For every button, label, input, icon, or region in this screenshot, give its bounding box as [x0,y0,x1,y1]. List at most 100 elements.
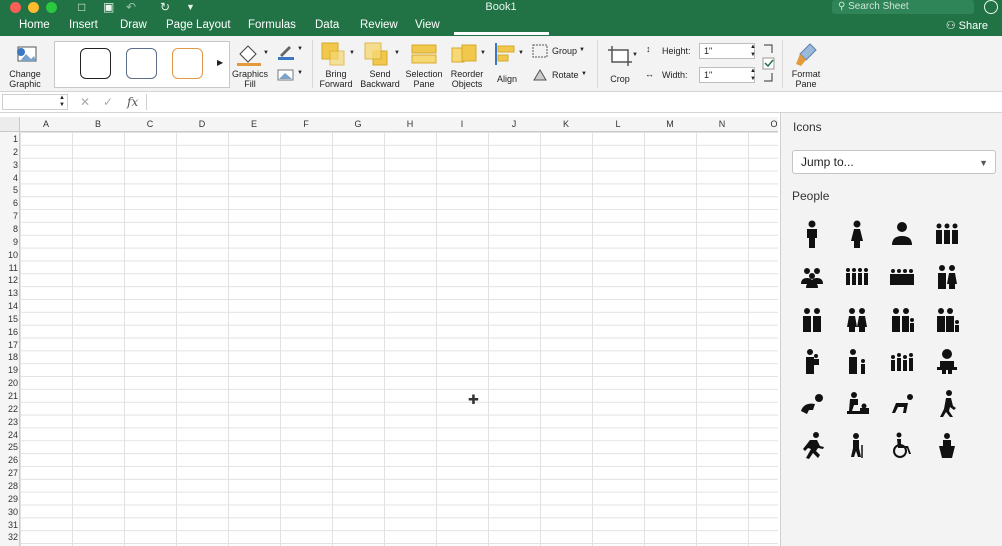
row-header[interactable]: 10 [0,250,18,260]
jump-to-dropdown[interactable]: Jump to... ▼ [792,150,996,174]
row-header[interactable]: 7 [0,211,18,221]
column-header[interactable]: A [20,119,72,129]
name-box[interactable]: ▲ ▼ [2,94,68,110]
align-dropdown-icon[interactable]: ▼ [518,50,524,56]
cancel-entry-icon[interactable]: ✕ [80,95,90,109]
tab-data[interactable]: Data [315,19,339,31]
row-header[interactable]: 25 [0,442,18,452]
running-person-icon[interactable] [795,429,829,463]
insert-function-icon[interactable]: fx [127,95,138,109]
parent-holding-child-icon[interactable] [795,345,829,379]
walking-person-icon[interactable] [930,387,964,421]
woman-icon[interactable] [840,217,874,251]
row-header[interactable]: 28 [0,481,18,491]
column-header[interactable]: D [176,119,228,129]
row-header[interactable]: 11 [0,263,18,273]
crop-dropdown-icon[interactable]: ▼ [632,52,638,58]
family-with-child-icon[interactable] [930,303,964,337]
rotate-button[interactable]: Rotate ▼ [532,68,592,82]
reorder-objects-dropdown-icon[interactable]: ▼ [480,50,486,56]
row-header[interactable]: 8 [0,224,18,234]
column-header[interactable]: I [436,119,488,129]
wheelchair-icon[interactable] [885,429,919,463]
group-button[interactable]: Group ▼ [532,44,592,58]
row-header[interactable]: 1 [0,134,18,144]
column-header[interactable]: B [72,119,124,129]
column-header[interactable]: J [488,119,540,129]
height-input[interactable]: 1" [699,43,755,59]
column-header[interactable]: H [384,119,436,129]
family-icon[interactable] [885,303,919,337]
row-header[interactable]: 6 [0,198,18,208]
crop-button[interactable]: ▼ Crop [602,40,638,90]
bring-forward-dropdown-icon[interactable]: ▼ [349,50,355,56]
confirm-entry-icon[interactable]: ✓ [103,95,113,109]
graphics-outline-icon[interactable] [277,44,295,60]
row-header[interactable]: 29 [0,494,18,504]
row-header[interactable]: 18 [0,352,18,362]
row-header[interactable]: 13 [0,288,18,298]
formula-input[interactable] [148,93,1000,111]
row-header[interactable]: 12 [0,275,18,285]
column-header[interactable]: G [332,119,384,129]
row-header[interactable]: 24 [0,430,18,440]
row-header[interactable]: 27 [0,468,18,478]
change-graphic-button[interactable]: Change Graphic [4,40,46,90]
crowd-icon[interactable] [885,260,919,294]
row-header[interactable]: 17 [0,340,18,350]
format-pane-button[interactable]: Format Pane [786,40,826,90]
row-header[interactable]: 14 [0,301,18,311]
style-orange-outline[interactable] [172,48,203,79]
selection-pane-button[interactable]: Selection Pane [403,40,445,90]
row-header[interactable]: 31 [0,520,18,530]
graphics-fill-dropdown-icon[interactable]: ▼ [263,50,269,56]
width-input[interactable]: 1" [699,67,755,83]
row-header[interactable]: 26 [0,455,18,465]
style-blue-outline[interactable] [126,48,157,79]
column-header[interactable]: C [124,119,176,129]
tab-draw[interactable]: Draw [120,19,147,31]
row-header[interactable]: 23 [0,417,18,427]
user-icon[interactable] [885,217,919,251]
send-backward-button[interactable]: ▼ Send Backward [358,40,402,90]
graphics-outline-dropdown-icon[interactable]: ▼ [297,46,303,52]
tab-review[interactable]: Review [360,19,398,31]
two-men-icon[interactable] [795,303,829,337]
parent-with-child-icon[interactable] [840,345,874,379]
row-header[interactable]: 3 [0,160,18,170]
two-women-icon[interactable] [840,303,874,337]
column-header[interactable]: E [228,119,280,129]
person-at-podium-icon[interactable] [930,429,964,463]
style-black-outline[interactable] [80,48,111,79]
column-header[interactable]: K [540,119,592,129]
row-header[interactable]: 9 [0,237,18,247]
group-of-three-icon[interactable] [930,217,964,251]
row-header[interactable]: 5 [0,185,18,195]
share-button[interactable]: ⚇ Share [946,19,988,32]
diaper-change-icon[interactable] [840,387,874,421]
tab-home[interactable]: Home [19,19,50,31]
search-sheet-input[interactable]: ⚲ Search Sheet [832,0,974,14]
row-header[interactable]: 32 [0,532,18,542]
column-header[interactable]: N [696,119,748,129]
row-header[interactable]: 4 [0,173,18,183]
select-all-button[interactable] [0,117,20,132]
gallery-expand-icon[interactable]: ▶ [217,58,223,67]
row-header[interactable]: 20 [0,378,18,388]
row-header[interactable]: 15 [0,314,18,324]
row-header[interactable]: 2 [0,147,18,157]
crawling-person-icon[interactable] [885,387,919,421]
cell-area[interactable] [20,132,778,546]
row-header[interactable]: 21 [0,391,18,401]
elderly-person-icon[interactable] [840,429,874,463]
family-of-four-icon[interactable] [885,345,919,379]
height-stepper[interactable]: ▲ ▼ [750,43,756,59]
tab-page-layout[interactable]: Page Layout [166,19,231,31]
align-button[interactable]: ▼ Align [490,40,526,90]
couple-icon[interactable] [930,260,964,294]
column-header[interactable]: O [748,119,778,129]
width-stepper[interactable]: ▲ ▼ [750,67,756,83]
tab-view[interactable]: View [415,19,440,31]
meeting-icon[interactable] [795,260,829,294]
row-header[interactable]: 19 [0,365,18,375]
